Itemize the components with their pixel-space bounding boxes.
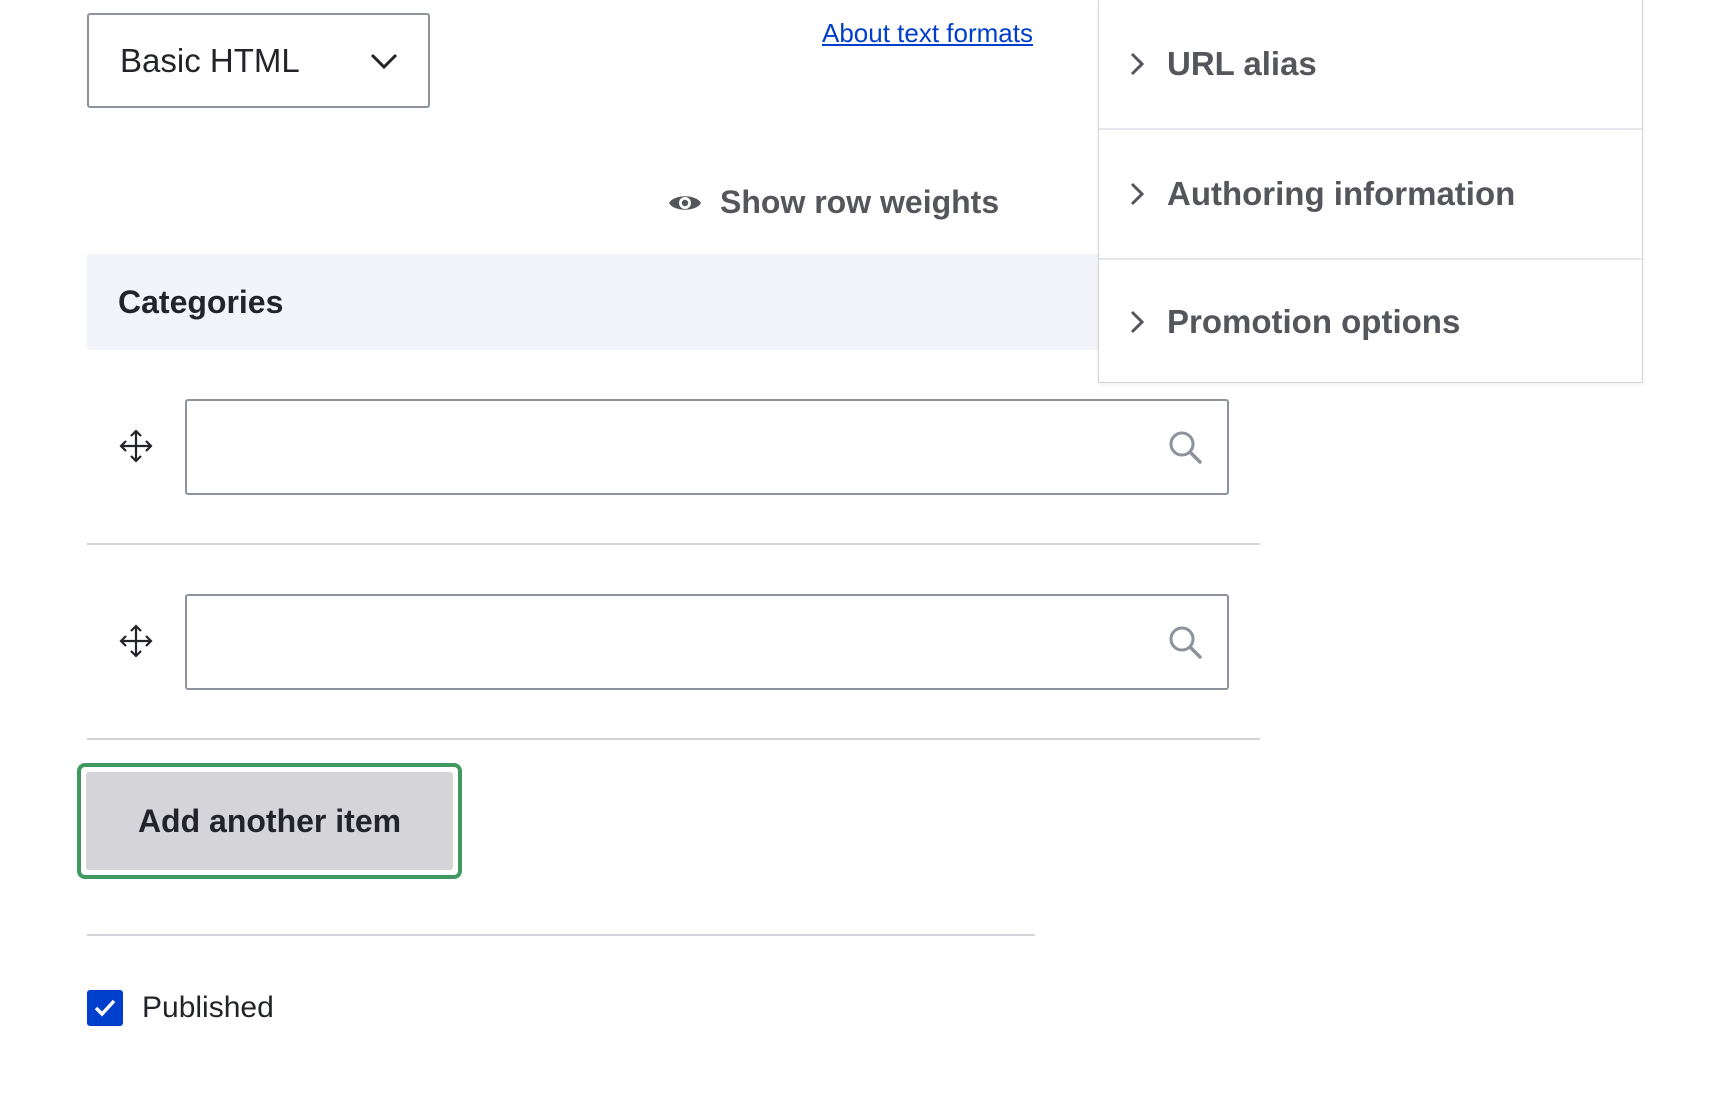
published-label[interactable]: Published (142, 991, 274, 1025)
drag-handle-icon[interactable] (118, 428, 154, 464)
categories-header: Categories (87, 254, 1100, 350)
published-checkbox[interactable] (87, 990, 123, 1026)
categories-heading: Categories (118, 283, 284, 320)
chevron-right-icon (1130, 52, 1145, 76)
sidebar-item-label: Authoring information (1167, 175, 1516, 212)
show-row-weights-button[interactable]: Show row weights (668, 184, 999, 221)
chevron-right-icon (1130, 182, 1145, 206)
category-input[interactable] (187, 401, 1227, 493)
published-field: Published (87, 990, 274, 1026)
chevron-down-icon (370, 53, 398, 69)
sidebar-item-authoring-information[interactable]: Authoring information (1099, 130, 1642, 260)
checkmark-icon (94, 999, 116, 1017)
sidebar-item-label: URL alias (1167, 45, 1317, 82)
show-row-weights-label: Show row weights (720, 184, 1000, 220)
category-autocomplete[interactable] (185, 399, 1229, 495)
table-row (87, 545, 1260, 740)
text-format-select[interactable]: Basic HTML (87, 13, 430, 108)
sidebar-item-label: Promotion options (1167, 302, 1461, 340)
table-row (87, 350, 1260, 545)
divider (87, 934, 1035, 936)
chevron-right-icon (1130, 310, 1145, 333)
drag-handle-icon[interactable] (118, 623, 154, 659)
about-text-formats-link[interactable]: About text formats (822, 18, 1033, 49)
add-another-item-button[interactable]: Add another item (86, 772, 453, 870)
category-input[interactable] (187, 596, 1227, 688)
text-format-selected: Basic HTML (120, 41, 300, 79)
add-another-item-focus-ring: Add another item (77, 763, 462, 879)
node-edit-form: Basic HTML About text formats Show row w… (0, 0, 1714, 1098)
sidebar-accordion: URL alias Authoring information Promotio… (1098, 0, 1643, 383)
eye-icon (669, 195, 701, 210)
category-autocomplete[interactable] (185, 594, 1229, 690)
sidebar-item-url-alias[interactable]: URL alias (1099, 0, 1642, 130)
